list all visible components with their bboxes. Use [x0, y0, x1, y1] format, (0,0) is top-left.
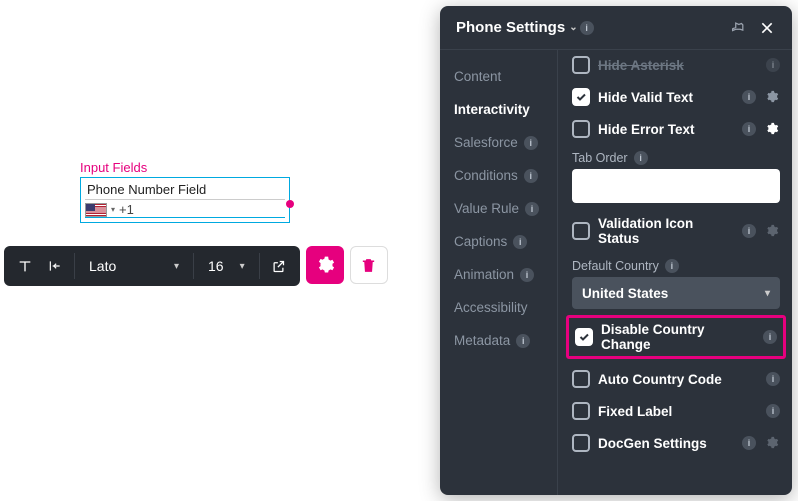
- dial-prefix: +1: [119, 202, 134, 217]
- info-icon[interactable]: i: [742, 122, 756, 136]
- close-icon[interactable]: [754, 15, 780, 41]
- label-hide-error-text: Hide Error Text: [598, 122, 734, 137]
- settings-button[interactable]: [306, 246, 344, 284]
- default-country-select[interactable]: United States ▾: [572, 277, 780, 309]
- tab-value-rule[interactable]: Value Rulei: [440, 192, 557, 225]
- panel-title[interactable]: Phone Settings ⌄: [456, 19, 578, 36]
- gear-icon[interactable]: [764, 89, 780, 105]
- row-disable-country-change: Disable Country Change i: [575, 322, 777, 352]
- gear-icon[interactable]: [764, 223, 780, 239]
- label-disable-country-change: Disable Country Change: [601, 322, 755, 352]
- default-country-value: United States: [582, 286, 668, 301]
- panel-title-text: Phone Settings: [456, 19, 565, 36]
- checkbox-disable-country-change[interactable]: [575, 328, 593, 346]
- checkbox-docgen-settings[interactable]: [572, 434, 590, 452]
- editor-toolbar: Lato ▾ 16 ▾: [4, 246, 388, 286]
- tab-order-input[interactable]: [572, 169, 780, 203]
- info-icon[interactable]: i: [634, 151, 648, 165]
- info-icon[interactable]: i: [766, 58, 780, 72]
- toolbar-separator: [259, 253, 260, 279]
- info-icon[interactable]: i: [513, 235, 527, 249]
- tab-conditions[interactable]: Conditionsi: [440, 159, 557, 192]
- tab-animation[interactable]: Animationi: [440, 258, 557, 291]
- settings-panel: Phone Settings ⌄ i Content Interactivity…: [440, 6, 792, 495]
- row-validation-icon-status: Validation Icon Status i: [572, 209, 780, 253]
- chevron-down-icon: ▾: [240, 261, 245, 272]
- label-tab-order: Tab Order i: [572, 145, 780, 169]
- toolbar-separator: [193, 253, 194, 279]
- input-field-group: Input Fields Phone Number Field ▾ +1: [80, 160, 290, 223]
- checkbox-auto-country-code[interactable]: [572, 370, 590, 388]
- phone-field-label: Phone Number Field: [85, 180, 285, 199]
- font-size-value: 16: [208, 258, 224, 274]
- row-fixed-label: Fixed Label i: [572, 395, 780, 427]
- info-icon[interactable]: i: [766, 404, 780, 418]
- label-hide-asterisk: Hide Asterisk: [598, 58, 758, 73]
- info-icon[interactable]: i: [524, 136, 538, 150]
- font-family-select[interactable]: Lato ▾: [79, 251, 189, 281]
- delete-button[interactable]: [350, 246, 388, 284]
- label-fixed-label: Fixed Label: [598, 404, 758, 419]
- info-icon[interactable]: i: [763, 330, 777, 344]
- highlight-disable-country-change: Disable Country Change i: [566, 315, 786, 359]
- phone-input-row[interactable]: ▾ +1: [85, 199, 285, 218]
- settings-tabs: Content Interactivity Salesforcei Condit…: [440, 50, 558, 495]
- open-external-icon[interactable]: [264, 251, 294, 281]
- label-hide-valid-text: Hide Valid Text: [598, 90, 734, 105]
- info-icon[interactable]: i: [520, 268, 534, 282]
- info-icon[interactable]: i: [580, 21, 594, 35]
- toolbar-separator: [74, 253, 75, 279]
- info-icon[interactable]: i: [742, 224, 756, 238]
- chevron-down-icon: ▾: [174, 261, 179, 272]
- panel-header: Phone Settings ⌄ i: [440, 6, 792, 50]
- group-label: Input Fields: [80, 160, 290, 175]
- tab-interactivity[interactable]: Interactivity: [440, 93, 557, 126]
- checkbox-hide-error-text[interactable]: [572, 120, 590, 138]
- info-icon[interactable]: i: [742, 90, 756, 104]
- tab-salesforce[interactable]: Salesforcei: [440, 126, 557, 159]
- tab-metadata[interactable]: Metadatai: [440, 324, 557, 357]
- toolbar-dark-group: Lato ▾ 16 ▾: [4, 246, 300, 286]
- tab-content[interactable]: Content: [440, 60, 557, 93]
- text-tool-icon[interactable]: [10, 251, 40, 281]
- pin-icon[interactable]: [724, 15, 750, 41]
- row-auto-country-code: Auto Country Code i: [572, 363, 780, 395]
- label-default-country: Default Country i: [572, 253, 780, 277]
- gear-icon[interactable]: [764, 121, 780, 137]
- tab-accessibility[interactable]: Accessibility: [440, 291, 557, 324]
- checkbox-hide-valid-text[interactable]: [572, 88, 590, 106]
- row-hide-asterisk: Hide Asterisk i: [572, 56, 780, 81]
- tab-captions[interactable]: Captionsi: [440, 225, 557, 258]
- row-hide-valid-text: Hide Valid Text i: [572, 81, 780, 113]
- info-icon[interactable]: i: [742, 436, 756, 450]
- info-icon[interactable]: i: [766, 372, 780, 386]
- phone-number-field[interactable]: Phone Number Field ▾ +1: [80, 177, 290, 223]
- row-docgen-settings: DocGen Settings i: [572, 427, 780, 459]
- chevron-down-icon: ▾: [765, 288, 770, 299]
- info-icon[interactable]: i: [525, 202, 539, 216]
- row-hide-error-text: Hide Error Text i: [572, 113, 780, 145]
- label-validation-icon-status: Validation Icon Status: [598, 216, 734, 246]
- info-icon[interactable]: i: [665, 259, 679, 273]
- settings-content: Hide Asterisk i Hide Valid Text i Hide E…: [558, 50, 792, 495]
- info-icon[interactable]: i: [516, 334, 530, 348]
- info-icon[interactable]: i: [524, 169, 538, 183]
- us-flag-icon[interactable]: [85, 203, 107, 217]
- label-docgen-settings: DocGen Settings: [598, 436, 734, 451]
- align-tool-icon[interactable]: [40, 251, 70, 281]
- font-family-value: Lato: [89, 258, 116, 274]
- gear-icon[interactable]: [764, 435, 780, 451]
- chevron-down-icon: ⌄: [569, 22, 577, 33]
- font-size-select[interactable]: 16 ▾: [198, 251, 255, 281]
- label-auto-country-code: Auto Country Code: [598, 372, 758, 387]
- selection-handle[interactable]: [286, 200, 294, 208]
- chevron-down-icon[interactable]: ▾: [111, 205, 115, 214]
- checkbox-hide-asterisk[interactable]: [572, 56, 590, 74]
- checkbox-validation-icon-status[interactable]: [572, 222, 590, 240]
- checkbox-fixed-label[interactable]: [572, 402, 590, 420]
